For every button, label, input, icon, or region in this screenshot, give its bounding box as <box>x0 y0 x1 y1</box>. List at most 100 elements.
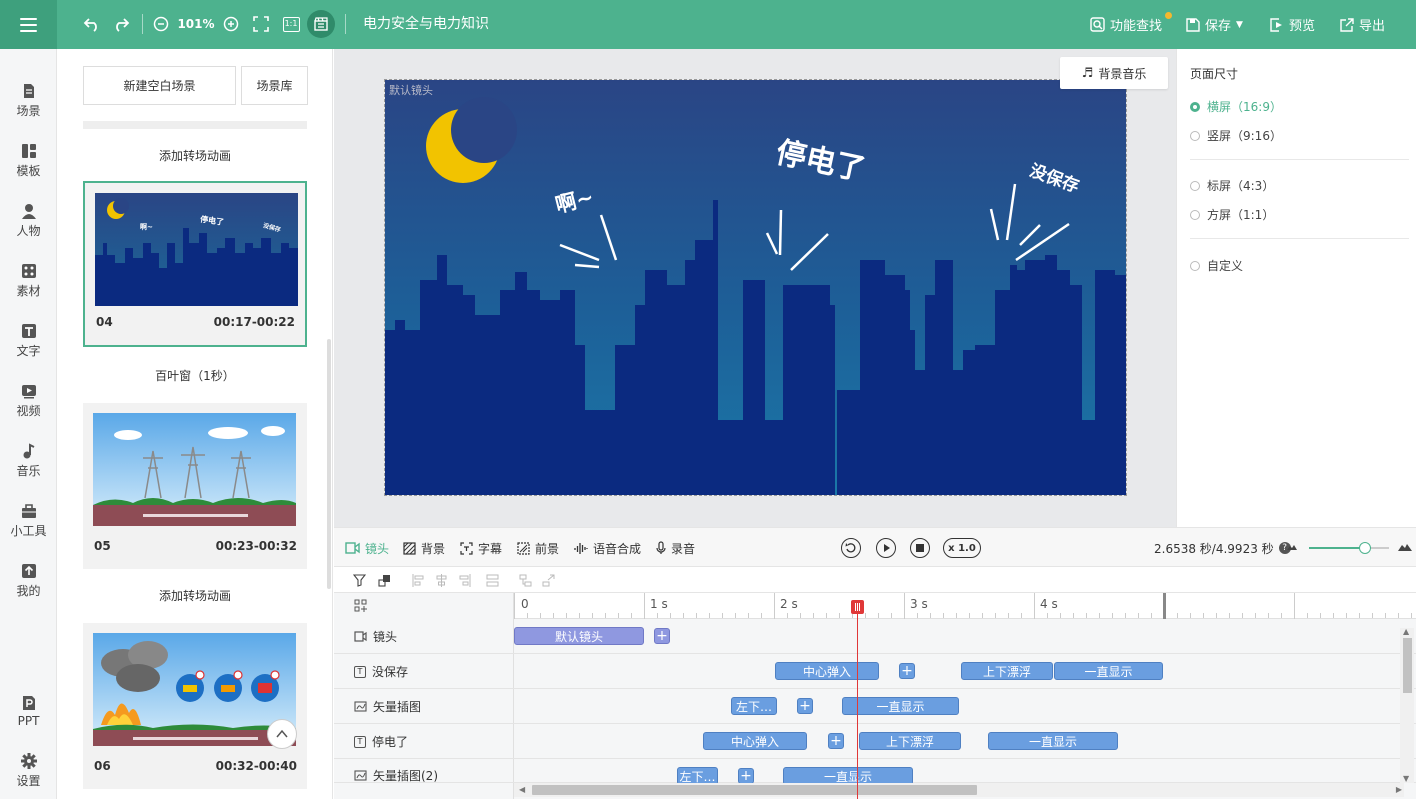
nav-video[interactable]: 视频 <box>0 375 57 427</box>
menu-button[interactable] <box>0 0 57 49</box>
transition-label[interactable]: 百叶窗（1秒） <box>83 367 307 384</box>
size-option-16-9[interactable]: 横屏（16:9） <box>1190 98 1282 115</box>
size-option-custom[interactable]: 自定义 <box>1190 257 1243 274</box>
align-center-icon[interactable] <box>434 573 448 587</box>
scroll-top-button[interactable] <box>267 719 297 749</box>
clip-float[interactable]: 上下漂浮 <box>961 662 1053 680</box>
page-size-panel: 页面尺寸 横屏（16:9） 竖屏（9:16） 标屏（4:3） 方屏（1:1） 自… <box>1176 49 1416 527</box>
add-transition-link[interactable]: 添加转场动画 <box>83 147 307 164</box>
clip-always-show[interactable]: 一直显示 <box>842 697 959 715</box>
clapper-icon[interactable] <box>307 10 335 38</box>
scroll-right-icon[interactable]: ▶ <box>1396 785 1402 794</box>
clip-always-show[interactable]: 一直显示 <box>1054 662 1163 680</box>
redo-icon[interactable] <box>110 12 132 36</box>
save-button[interactable]: 保存 ▼ <box>1186 0 1243 49</box>
playhead[interactable] <box>857 601 858 799</box>
clip-float[interactable]: 上下漂浮 <box>859 732 961 750</box>
project-title[interactable]: 电力安全与电力知识 <box>363 0 489 49</box>
preview-label: 预览 <box>1289 19 1316 34</box>
size-option-9-16[interactable]: 竖屏（9:16） <box>1190 127 1282 144</box>
size-option-1-1[interactable]: 方屏（1:1） <box>1190 206 1274 223</box>
playhead-handle[interactable] <box>851 600 864 614</box>
add-clip-button[interactable]: + <box>828 733 844 749</box>
tab-record-label: 录音 <box>671 541 696 556</box>
ruler-tick <box>1047 613 1048 618</box>
ruler-tick <box>1242 613 1243 618</box>
preview-button[interactable]: 预览 <box>1270 0 1315 49</box>
scroll-thumb[interactable] <box>1403 638 1412 693</box>
tab-subtitle[interactable]: 字幕 <box>460 528 502 568</box>
tab-lens[interactable]: 镜头 <box>345 528 389 568</box>
nav-music[interactable]: 音乐 <box>0 435 57 487</box>
scene-library-button[interactable]: 场景库 <box>241 66 308 105</box>
scroll-down-icon[interactable]: ▼ <box>1403 774 1409 783</box>
rewind-button[interactable] <box>841 538 861 558</box>
add-clip-button[interactable]: + <box>797 698 813 714</box>
nav-scene[interactable]: 场景 <box>0 75 57 127</box>
slider-fill <box>1309 547 1365 549</box>
scroll-up-icon[interactable]: ▲ <box>1403 627 1409 636</box>
add-clip-button[interactable]: + <box>899 663 915 679</box>
end-marker[interactable] <box>1163 593 1166 619</box>
nav-settings[interactable]: 设置 <box>0 745 57 797</box>
zoom-in-icon[interactable] <box>221 12 241 36</box>
tab-tts[interactable]: 语音合成 <box>574 528 641 568</box>
ungroup-icon[interactable] <box>541 573 555 587</box>
nav-template[interactable]: 模板 <box>0 135 57 187</box>
zoom-large-icon[interactable] <box>1398 539 1412 555</box>
scene-card-05[interactable]: 05 00:23-00:32 <box>83 403 307 569</box>
scene-card-06[interactable]: 06 00:32-00:40 <box>83 623 307 789</box>
align-right-icon[interactable] <box>457 573 471 587</box>
stage-canvas[interactable]: 啊~ 停电了 没保存 默认镜头 <box>384 79 1127 496</box>
add-transition-link[interactable]: 添加转场动画 <box>83 587 307 604</box>
add-clip-button[interactable]: + <box>738 768 754 784</box>
actual-size-button[interactable]: 1:1 <box>281 12 301 36</box>
undo-icon[interactable] <box>81 12 103 36</box>
track-layout-icon[interactable] <box>354 599 367 615</box>
add-clip-button[interactable]: + <box>654 628 670 644</box>
new-blank-scene-button[interactable]: 新建空白场景 <box>83 66 236 105</box>
slider-knob[interactable] <box>1359 542 1371 554</box>
clip-center-pop-in[interactable]: 中心弹入 <box>703 732 807 750</box>
speed-button[interactable]: x 1.0 <box>943 538 981 558</box>
ruler-tick <box>1372 613 1373 618</box>
distribute-icon[interactable] <box>485 573 499 587</box>
align-left-icon[interactable] <box>411 573 425 587</box>
timeline-v-scrollbar[interactable]: ▲ ▼ <box>1400 627 1414 783</box>
time-ruler[interactable]: 0 1 s 2 s 3 s 4 s <box>514 593 1416 619</box>
clip-default-lens[interactable]: 默认镜头 <box>514 627 644 645</box>
filter-icon[interactable] <box>352 573 366 587</box>
timeline-zoom-slider[interactable] <box>1309 542 1389 554</box>
export-button[interactable]: 导出 <box>1340 0 1385 49</box>
ruler-tick <box>1125 613 1126 618</box>
zoom-out-icon[interactable] <box>151 12 171 36</box>
zoom-small-icon[interactable] <box>1287 541 1298 555</box>
group-icon[interactable] <box>518 573 532 587</box>
nav-tools[interactable]: 小工具 <box>0 495 57 547</box>
background-music-button[interactable]: ♬ 背景音乐 <box>1060 57 1168 89</box>
fullscreen-icon[interactable] <box>251 12 271 36</box>
track-vector: 矢量插图 左下… + 一直显示 <box>334 689 1416 724</box>
find-feature-button[interactable]: 功能查找 <box>1090 0 1162 49</box>
tab-background[interactable]: 背景 <box>403 528 445 568</box>
clip-center-pop-in[interactable]: 中心弹入 <box>775 662 879 680</box>
scroll-thumb[interactable] <box>532 785 977 795</box>
scene-card-04[interactable]: 啊~ 停电了 没保存 04 00:17-00:22 <box>83 181 307 347</box>
nav-mine[interactable]: 我的 <box>0 555 57 607</box>
tab-record[interactable]: 录音 <box>656 528 695 568</box>
nav-material[interactable]: 素材 <box>0 255 57 307</box>
nav-ppt[interactable]: PPT <box>0 685 57 737</box>
clip-always-show[interactable]: 一直显示 <box>988 732 1118 750</box>
nav-character[interactable]: 人物 <box>0 195 57 247</box>
scroll-left-icon[interactable]: ◀ <box>519 785 525 794</box>
scene-panel-scrollbar[interactable] <box>327 339 331 589</box>
stop-button[interactable] <box>910 538 930 558</box>
layer-order-icon[interactable] <box>377 573 391 587</box>
tab-foreground[interactable]: 前景 <box>517 528 559 568</box>
timeline-h-scrollbar[interactable]: ◀ ▶ <box>514 783 1404 797</box>
play-button[interactable] <box>876 538 896 558</box>
clip-bottom-left[interactable]: 左下… <box>731 697 777 715</box>
nav-text[interactable]: 文字 <box>0 315 57 367</box>
size-option-4-3[interactable]: 标屏（4:3） <box>1190 177 1274 194</box>
ruler-tick <box>566 613 567 618</box>
